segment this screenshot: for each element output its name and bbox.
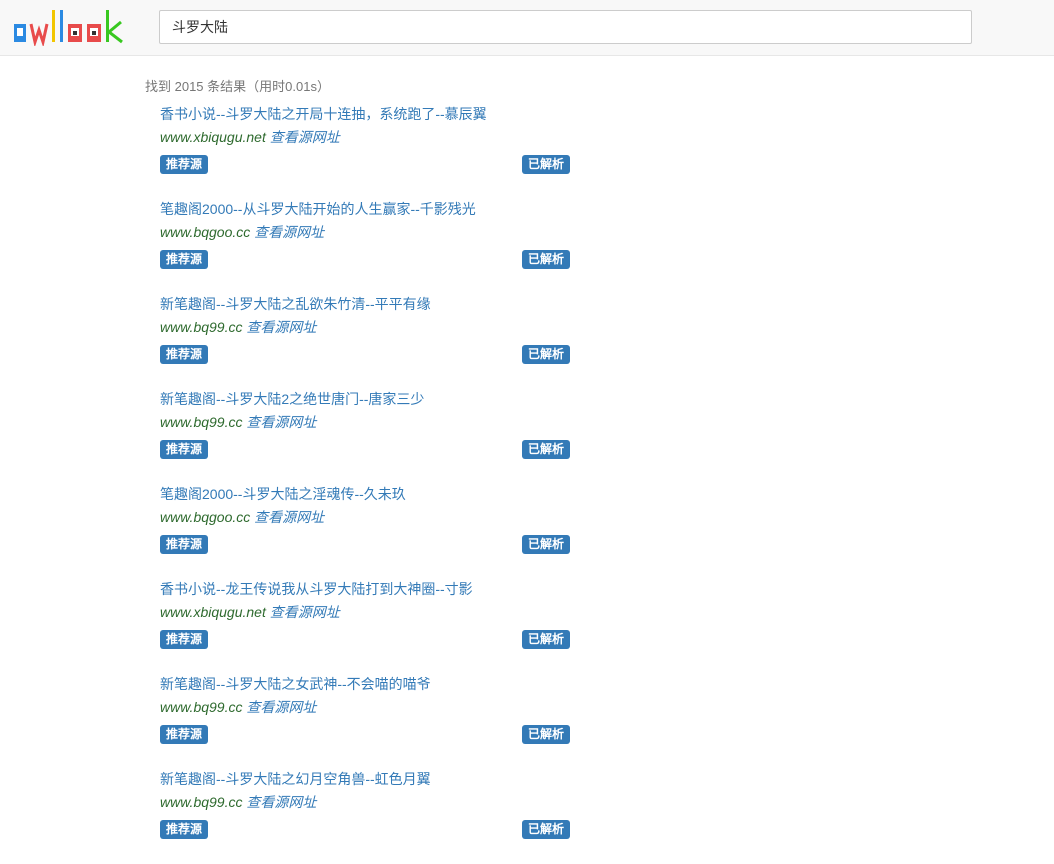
view-source-link[interactable]: 查看源网址 <box>246 794 316 810</box>
recommended-source-badge: 推荐源 <box>160 345 209 364</box>
result-url-line: www.bq99.cc 查看源网址 <box>160 697 316 717</box>
recommended-source-badge: 推荐源 <box>160 535 209 554</box>
list-item: 笔趣阁2000--斗罗大陆之淫魂传--久未玖 www.bqgoo.cc 查看源网… <box>160 484 580 579</box>
result-domain: www.bqgoo.cc <box>160 224 251 240</box>
result-domain: www.bq99.cc <box>160 794 243 810</box>
result-count: 找到 2015 条结果（用时0.01s） <box>145 79 330 94</box>
result-url-line: www.bqgoo.cc 查看源网址 <box>160 222 324 242</box>
recommended-source-badge: 推荐源 <box>160 250 209 269</box>
parsed-badge: 已解析 <box>522 155 571 174</box>
view-source-link[interactable]: 查看源网址 <box>246 414 316 430</box>
header-bar <box>0 0 1054 56</box>
search-input[interactable] <box>159 10 972 44</box>
list-item: 笔趣阁2000--从斗罗大陆开始的人生赢家--千影残光 www.bqgoo.cc… <box>160 199 580 294</box>
result-url-line: www.xbiqugu.net 查看源网址 <box>160 602 340 622</box>
parsed-badge: 已解析 <box>522 535 571 554</box>
parsed-badge: 已解析 <box>522 630 571 649</box>
list-item: 新笔趣阁--斗罗大陆之乱欲朱竹清--平平有缘 www.bq99.cc 查看源网址… <box>160 294 580 389</box>
result-domain: www.bqgoo.cc <box>160 509 251 525</box>
result-title-link[interactable]: 笔趣阁2000--从斗罗大陆开始的人生赢家--千影残光 <box>160 199 476 219</box>
result-domain: www.bq99.cc <box>160 699 243 715</box>
view-source-link[interactable]: 查看源网址 <box>246 699 316 715</box>
recommended-source-badge: 推荐源 <box>160 820 209 839</box>
result-url-line: www.bq99.cc 查看源网址 <box>160 317 316 337</box>
result-title-link[interactable]: 新笔趣阁--斗罗大陆2之绝世唐门--唐家三少 <box>160 389 424 409</box>
list-item: 香书小说--龙王传说我从斗罗大陆打到大神圈--寸影 www.xbiqugu.ne… <box>160 579 580 674</box>
view-source-link[interactable]: 查看源网址 <box>254 224 324 240</box>
parsed-badge: 已解析 <box>522 725 571 744</box>
parsed-badge: 已解析 <box>522 345 571 364</box>
result-title-link[interactable]: 新笔趣阁--斗罗大陆之乱欲朱竹清--平平有缘 <box>160 294 431 314</box>
list-item: 香书小说--斗罗大陆之开局十连抽，系统跑了--慕辰翼 www.xbiqugu.n… <box>160 104 580 199</box>
result-url-line: www.bqgoo.cc 查看源网址 <box>160 507 324 527</box>
list-item: 新笔趣阁--斗罗大陆2之绝世唐门--唐家三少 www.bq99.cc 查看源网址… <box>160 389 580 484</box>
parsed-badge: 已解析 <box>522 440 571 459</box>
view-source-link[interactable]: 查看源网址 <box>270 604 340 620</box>
recommended-source-badge: 推荐源 <box>160 155 209 174</box>
parsed-badge: 已解析 <box>522 250 571 269</box>
result-title-link[interactable]: 新笔趣阁--斗罗大陆之女武神--不会喵的喵爷 <box>160 674 431 694</box>
result-title-link[interactable]: 笔趣阁2000--斗罗大陆之淫魂传--久未玖 <box>160 484 406 504</box>
recommended-source-badge: 推荐源 <box>160 440 209 459</box>
recommended-source-badge: 推荐源 <box>160 630 209 649</box>
list-item: 新笔趣阁--斗罗大陆之幻月空角兽--虹色月翼 www.bq99.cc 查看源网址… <box>160 769 580 864</box>
view-source-link[interactable]: 查看源网址 <box>270 129 340 145</box>
list-item: 新笔趣阁--斗罗大陆之女武神--不会喵的喵爷 www.bq99.cc 查看源网址… <box>160 674 580 769</box>
result-url-line: www.bq99.cc 查看源网址 <box>160 792 316 812</box>
logo-graphic <box>14 10 123 46</box>
result-url-line: www.bq99.cc 查看源网址 <box>160 412 316 432</box>
view-source-link[interactable]: 查看源网址 <box>246 319 316 335</box>
parsed-badge: 已解析 <box>522 820 571 839</box>
owllook-logo[interactable] <box>12 6 128 46</box>
result-url-line: www.xbiqugu.net 查看源网址 <box>160 127 340 147</box>
result-title-link[interactable]: 香书小说--龙王传说我从斗罗大陆打到大神圈--寸影 <box>160 579 473 599</box>
result-domain: www.xbiqugu.net <box>160 129 266 145</box>
recommended-source-badge: 推荐源 <box>160 725 209 744</box>
result-domain: www.bq99.cc <box>160 319 243 335</box>
result-title-link[interactable]: 香书小说--斗罗大陆之开局十连抽，系统跑了--慕辰翼 <box>160 104 487 124</box>
results-list: 香书小说--斗罗大陆之开局十连抽，系统跑了--慕辰翼 www.xbiqugu.n… <box>160 104 580 864</box>
result-domain: www.xbiqugu.net <box>160 604 266 620</box>
view-source-link[interactable]: 查看源网址 <box>254 509 324 525</box>
result-domain: www.bq99.cc <box>160 414 243 430</box>
result-title-link[interactable]: 新笔趣阁--斗罗大陆之幻月空角兽--虹色月翼 <box>160 769 431 789</box>
